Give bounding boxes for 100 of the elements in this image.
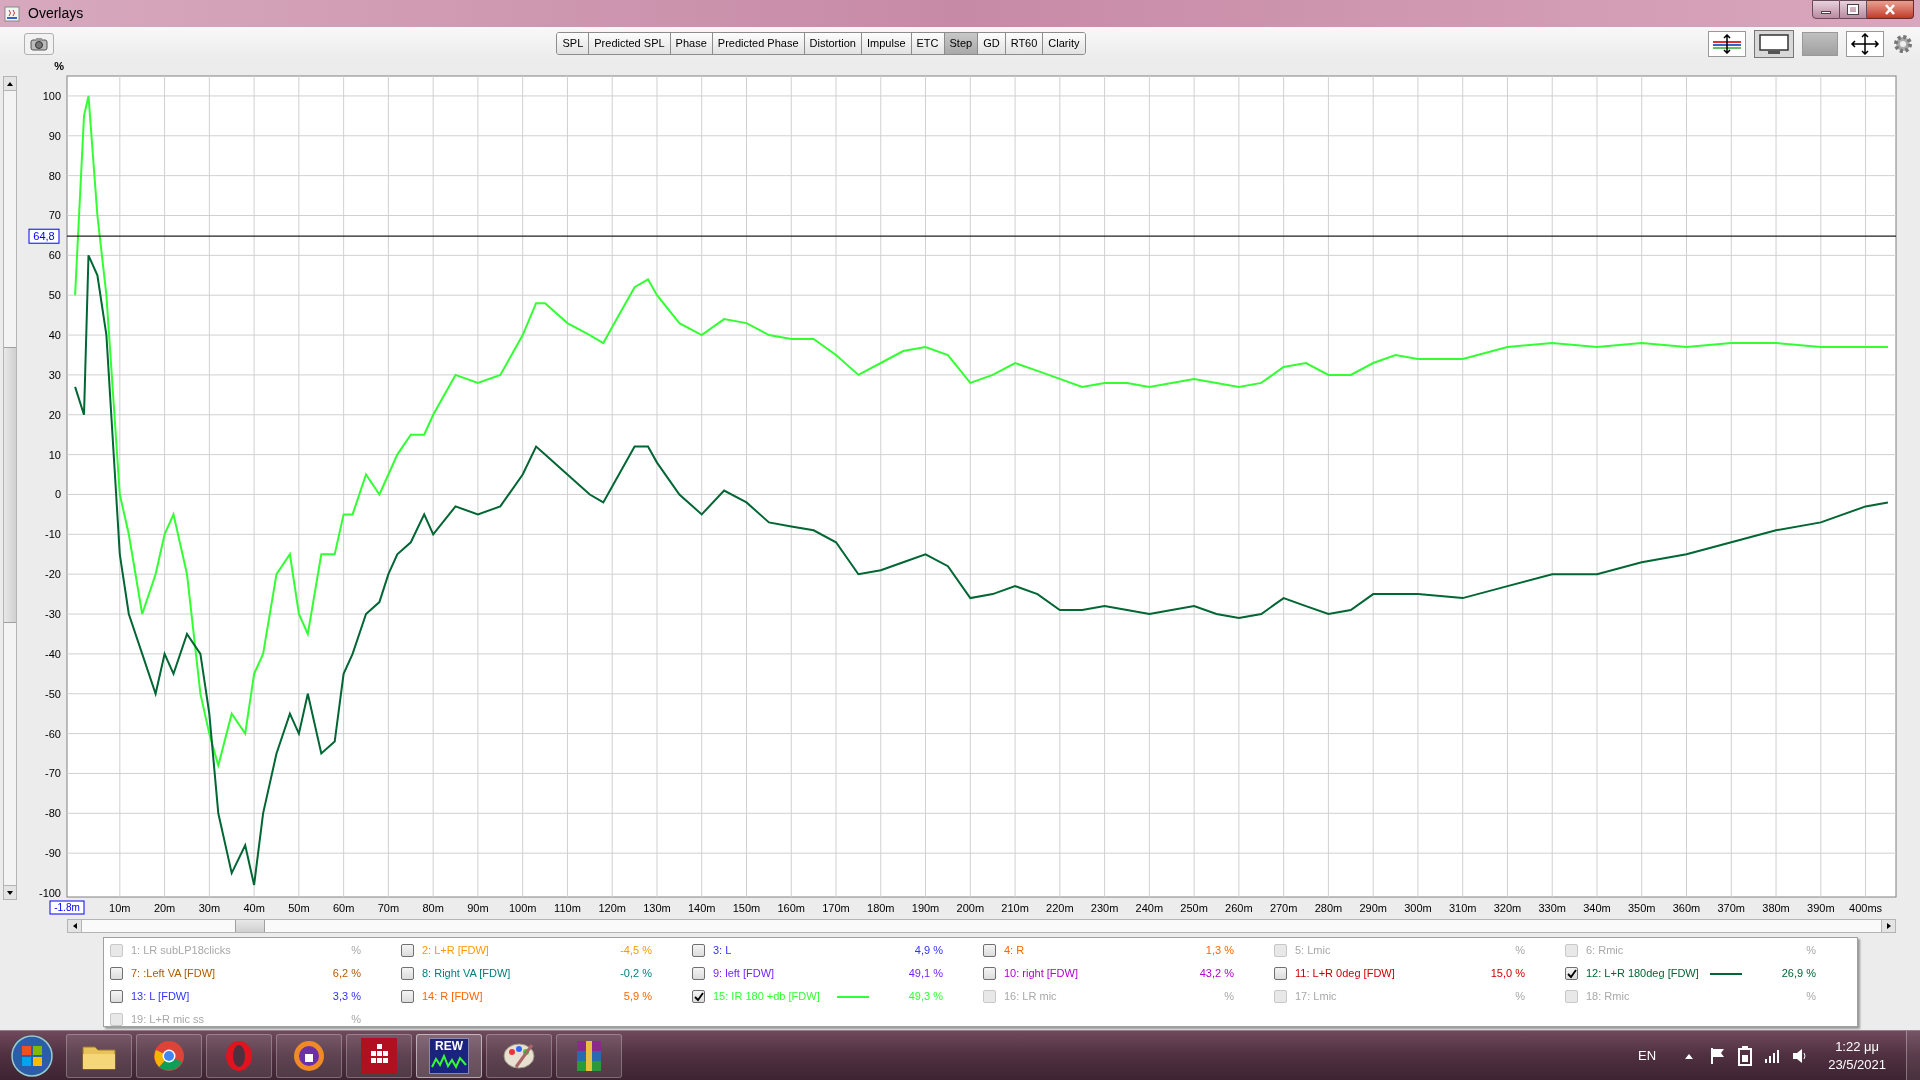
scroll-thumb[interactable] (235, 920, 265, 932)
graph-tab[interactable]: Clarity (1042, 33, 1085, 54)
trace-checkbox[interactable] (983, 967, 996, 980)
y-tick-label: 20 (48, 408, 61, 421)
x-tick-label: 310m (1448, 902, 1477, 914)
trace-value: % (1224, 989, 1234, 1005)
y-tick-label: -100 (38, 887, 61, 899)
x-tick-label: 360m (1672, 902, 1701, 914)
x-tick-label: 50m (288, 902, 310, 914)
y-tick-label: 100 (42, 89, 61, 102)
horizontal-scrollbar[interactable] (67, 919, 1896, 933)
trace-checkbox[interactable] (1274, 967, 1287, 980)
trace-label: 10: right [FDW] (1004, 966, 1078, 982)
shield-taskbar-icon[interactable] (276, 1033, 342, 1078)
graph-tab[interactable]: Step (943, 33, 978, 54)
trace-value: -0,2 % (620, 966, 652, 982)
trace-label: 18: Rmic (1586, 989, 1630, 1005)
trace-label: 11: L+R 0deg [FDW] (1295, 966, 1395, 982)
trace-checkbox[interactable] (1565, 967, 1578, 980)
trace-label: 15: IR 180 +db [FDW] (713, 989, 820, 1005)
trace-checkbox[interactable] (401, 944, 414, 957)
battery-icon[interactable] (1738, 1045, 1753, 1066)
vertical-scrollbar[interactable] (3, 76, 17, 900)
trace-label: 13: L [FDW] (131, 989, 190, 1005)
x-tick-label: 240m (1135, 902, 1164, 914)
x-tick-label: 120m (598, 902, 626, 914)
trace-value: 43,2 % (1199, 966, 1234, 982)
x-tick-label: 230m (1090, 902, 1119, 914)
maximize-button[interactable] (1840, 0, 1867, 19)
y-tick-label: -60 (45, 727, 61, 740)
y-tick-label: -90 (45, 847, 61, 860)
monitor-icon (1758, 32, 1790, 55)
close-button[interactable] (1867, 0, 1914, 19)
trace-value: 1,3 % (1205, 943, 1234, 959)
flag-icon[interactable] (1710, 1046, 1727, 1065)
trace-checkbox[interactable] (692, 990, 705, 1003)
archive-taskbar-icon[interactable] (556, 1033, 622, 1078)
graph-tab[interactable]: Phase (669, 33, 712, 54)
y-tick-label: 70 (48, 209, 61, 222)
x-tick-label: 280m (1314, 902, 1343, 914)
x-tick-label: 60m (332, 902, 355, 914)
trace-checkbox[interactable] (110, 990, 123, 1003)
graph-tab[interactable]: RT60 (1004, 33, 1043, 54)
trace-checkbox[interactable] (401, 967, 414, 980)
signal-icon[interactable] (1764, 1048, 1781, 1063)
trace-label: 14: R [FDW] (422, 989, 483, 1005)
settings-icon[interactable] (1892, 32, 1914, 55)
trace-checkbox[interactable] (401, 990, 414, 1003)
trace-checkbox[interactable] (110, 967, 123, 980)
paint-palette-taskbar-icon[interactable] (486, 1033, 552, 1078)
trace-label: 8: Right VA [FDW] (422, 966, 511, 982)
show-desktop-button[interactable] (1906, 1030, 1920, 1080)
graph-tab[interactable]: ETC (910, 33, 944, 54)
pan-button[interactable] (1846, 30, 1884, 57)
graph-tab[interactable]: Predicted SPL (588, 33, 670, 54)
panel-toggle-button[interactable] (1802, 31, 1838, 56)
x-tick-label: 400ms (1849, 902, 1883, 914)
scroll-thumb[interactable] (4, 347, 16, 623)
align-traces-button[interactable] (1708, 30, 1746, 57)
x-tick-label: 100m (508, 902, 537, 914)
x-tick-label: 320m (1493, 902, 1522, 914)
graph-tab[interactable]: Distortion (803, 33, 861, 54)
x-tick-label: 300m (1404, 902, 1432, 914)
rew-logo-text: REW (435, 1038, 463, 1053)
x-tick-label: 210m (1001, 902, 1029, 914)
check-icon (1566, 968, 1577, 979)
browser-taskbar-icon[interactable] (136, 1033, 202, 1078)
clock-date[interactable]: 23/5/2021 (1828, 1055, 1886, 1074)
y-tick-label: 30 (48, 368, 61, 381)
x-tick-label: 290m (1359, 902, 1387, 914)
trace-value: % (1515, 989, 1525, 1005)
trace-checkbox[interactable] (692, 944, 705, 957)
rew-taskbar-icon[interactable]: REW (416, 1033, 482, 1078)
graph-tab[interactable]: Predicted Phase (711, 33, 804, 54)
trace-label: 7: :Left VA [FDW] (131, 966, 216, 982)
clock-time[interactable]: 1:22 μμ (1835, 1037, 1880, 1056)
grid-app-taskbar-icon[interactable] (346, 1033, 412, 1078)
y-tick-label: -50 (45, 687, 61, 700)
trace-checkbox[interactable] (692, 967, 705, 980)
capture-button[interactable] (24, 32, 54, 55)
start-orb-icon[interactable] (10, 1033, 54, 1078)
minimize-button[interactable] (1812, 0, 1840, 19)
trace-checkbox[interactable] (983, 944, 996, 957)
folder-taskbar-icon[interactable] (66, 1033, 132, 1078)
view-mode-button[interactable] (1754, 29, 1794, 58)
vertical-arrows-icon (1711, 33, 1743, 54)
language-indicator[interactable]: EN (1638, 1045, 1657, 1066)
x-tick-label: 350m (1628, 902, 1656, 914)
camera-icon (30, 36, 48, 51)
y-tick-label: -10 (45, 528, 61, 541)
x-tick-label: 250m (1180, 902, 1208, 914)
trace-value: 5,9 % (623, 989, 652, 1005)
trace-value: 49,1 % (908, 966, 943, 982)
trace-value: 3,3 % (332, 989, 361, 1005)
y-tick-label: 80 (48, 169, 61, 182)
trace-value: 6,2 % (332, 966, 361, 982)
graph-tab[interactable]: GD (977, 33, 1005, 54)
y-tick-label: -40 (45, 647, 61, 660)
graph-tab[interactable]: SPL (557, 33, 589, 54)
graph-tab[interactable]: Impulse (861, 33, 911, 54)
